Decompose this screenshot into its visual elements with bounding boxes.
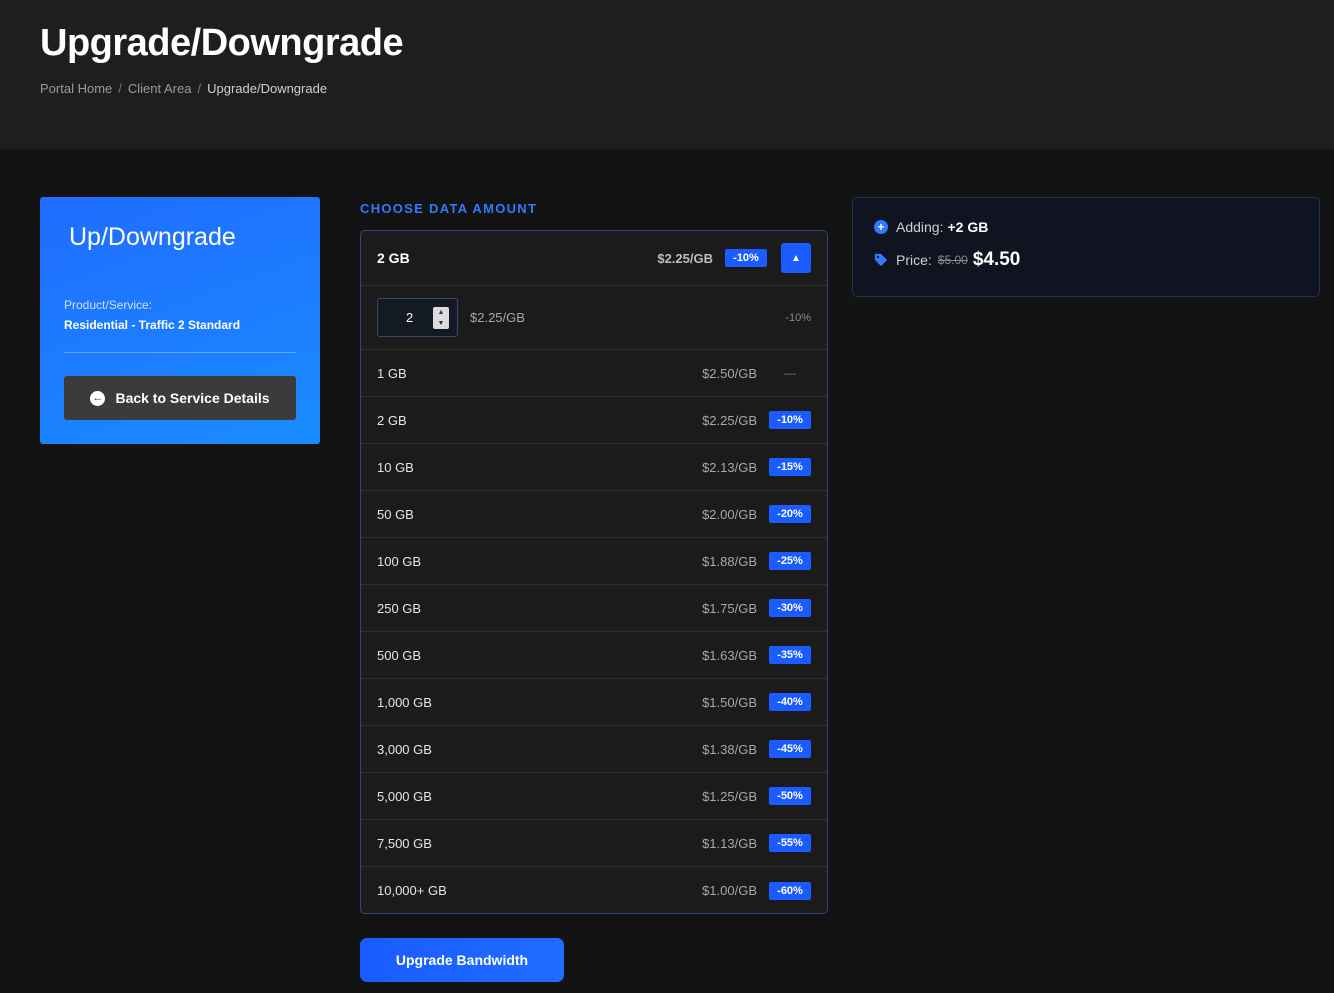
selected-amount: 2 GB (377, 250, 410, 266)
sidebar-divider (64, 352, 296, 353)
adding-label: Adding: (896, 219, 944, 235)
option-amount: 10 GB (377, 459, 414, 475)
option-price: $2.13/GB (702, 459, 757, 475)
list-item[interactable]: 50 GB $2.00/GB -20% (361, 491, 827, 538)
option-price: $1.75/GB (702, 600, 757, 616)
option-discount-badge: -40% (769, 693, 811, 711)
dropdown-header[interactable]: 2 GB $2.25/GB -10% ▲ (361, 231, 827, 286)
data-amount-dropdown: 2 GB $2.25/GB -10% ▲ 2 ▲ ▼ $2.25/GB -10% … (360, 230, 828, 914)
quantity-stepper[interactable]: 2 ▲ ▼ (377, 298, 458, 337)
breadcrumb: Portal Home / Client Area / Upgrade/Down… (40, 81, 327, 96)
list-item[interactable]: 7,500 GB $1.13/GB -55% (361, 820, 827, 867)
back-to-service-button[interactable]: ← Back to Service Details (64, 376, 296, 420)
option-amount: 1,000 GB (377, 694, 432, 710)
option-price: $1.50/GB (702, 694, 757, 710)
option-price: $1.38/GB (702, 741, 757, 757)
list-item[interactable]: 2 GB $2.25/GB -10% (361, 397, 827, 444)
breadcrumb-separator: / (118, 81, 122, 96)
option-discount-badge: -20% (769, 505, 811, 523)
custom-discount: -10% (785, 311, 811, 324)
plus-circle-icon: + (874, 220, 888, 234)
sidebar-title: Up/Downgrade (69, 223, 236, 251)
selected-discount-badge: -10% (725, 249, 767, 267)
option-amount: 3,000 GB (377, 741, 432, 757)
option-amount: 2 GB (377, 412, 407, 428)
order-summary: + Adding: +2 GB Price: $5.00 $4.50 (852, 197, 1320, 297)
option-discount-badge: -45% (769, 740, 811, 758)
option-discount-badge: -35% (769, 646, 811, 664)
option-price: $1.88/GB (702, 553, 757, 569)
custom-price: $2.25/GB (470, 310, 525, 325)
breadcrumb-current: Upgrade/Downgrade (207, 81, 328, 96)
selected-price: $2.25/GB (657, 250, 713, 266)
price-row: Price: $5.00 $4.50 (874, 249, 1020, 271)
option-discount-badge: -55% (769, 834, 811, 852)
list-item[interactable]: 250 GB $1.75/GB -30% (361, 585, 827, 632)
list-item[interactable]: 100 GB $1.88/GB -25% (361, 538, 827, 585)
list-item[interactable]: 3,000 GB $1.38/GB -45% (361, 726, 827, 773)
product-value: Residential - Traffic 2 Standard (64, 318, 241, 332)
back-button-label: Back to Service Details (115, 390, 270, 406)
section-label: CHOOSE DATA AMOUNT (360, 201, 538, 216)
option-price: $1.63/GB (702, 647, 757, 663)
option-amount: 500 GB (377, 647, 422, 663)
adding-row: + Adding: +2 GB (874, 219, 988, 235)
option-price: $1.13/GB (702, 835, 757, 851)
breadcrumb-client-area[interactable]: Client Area (128, 81, 192, 96)
option-amount: 50 GB (377, 506, 414, 522)
quantity-value: 2 (406, 310, 414, 325)
option-discount-badge: -60% (769, 881, 811, 900)
option-price: $1.00/GB (702, 883, 757, 898)
option-amount: 7,500 GB (377, 835, 432, 851)
list-item[interactable]: 500 GB $1.63/GB -35% (361, 632, 827, 679)
option-amount: 5,000 GB (377, 788, 432, 804)
option-discount-badge: -50% (769, 787, 811, 805)
arrow-left-circle-icon: ← (90, 390, 106, 406)
old-price: $5.00 (937, 253, 968, 267)
option-price: $1.25/GB (702, 788, 757, 804)
list-item[interactable]: 10,000+ GB $1.00/GB -60% (361, 867, 827, 913)
page-header: Upgrade/Downgrade Portal Home / Client A… (0, 0, 1334, 149)
product-label: Product/Service: (64, 298, 153, 312)
option-price: $2.00/GB (702, 506, 757, 522)
option-amount: 1 GB (377, 365, 407, 381)
option-discount-badge: -15% (769, 458, 811, 476)
chevron-up-icon[interactable]: ▲ (781, 243, 811, 273)
option-discount-badge: -30% (769, 599, 811, 617)
list-item[interactable]: 10 GB $2.13/GB -15% (361, 444, 827, 491)
tag-icon (874, 253, 888, 267)
option-amount: 10,000+ GB (377, 883, 447, 898)
option-discount-badge: -25% (769, 552, 811, 570)
price-label: Price: (896, 252, 932, 268)
option-price: $2.50/GB (702, 365, 757, 381)
spinner-icon[interactable]: ▲ ▼ (433, 307, 449, 329)
list-item[interactable]: 1,000 GB $1.50/GB -40% (361, 679, 827, 726)
breadcrumb-separator: / (197, 81, 202, 96)
service-sidebar-card: Up/Downgrade Product/Service: Residentia… (40, 197, 320, 444)
options-list: 1 GB $2.50/GB — 2 GB $2.25/GB -10% 10 GB $2.13/… (361, 350, 827, 913)
adding-value: +2 GB (947, 219, 989, 235)
upgrade-bandwidth-button[interactable]: Upgrade Bandwidth (360, 938, 564, 982)
option-price: $2.25/GB (702, 412, 757, 428)
page-title: Upgrade/Downgrade (40, 22, 404, 64)
option-amount: 100 GB (377, 553, 422, 569)
list-item[interactable]: 5,000 GB $1.25/GB -50% (361, 773, 827, 820)
option-discount-badge: — (784, 366, 796, 380)
breadcrumb-portal-home[interactable]: Portal Home (40, 81, 112, 96)
option-amount: 250 GB (377, 600, 422, 616)
custom-amount-row: 2 ▲ ▼ $2.25/GB -10% (361, 286, 827, 350)
option-discount-badge: -10% (769, 411, 811, 429)
new-price: $4.50 (972, 249, 1021, 270)
list-item[interactable]: 1 GB $2.50/GB — (361, 350, 827, 397)
